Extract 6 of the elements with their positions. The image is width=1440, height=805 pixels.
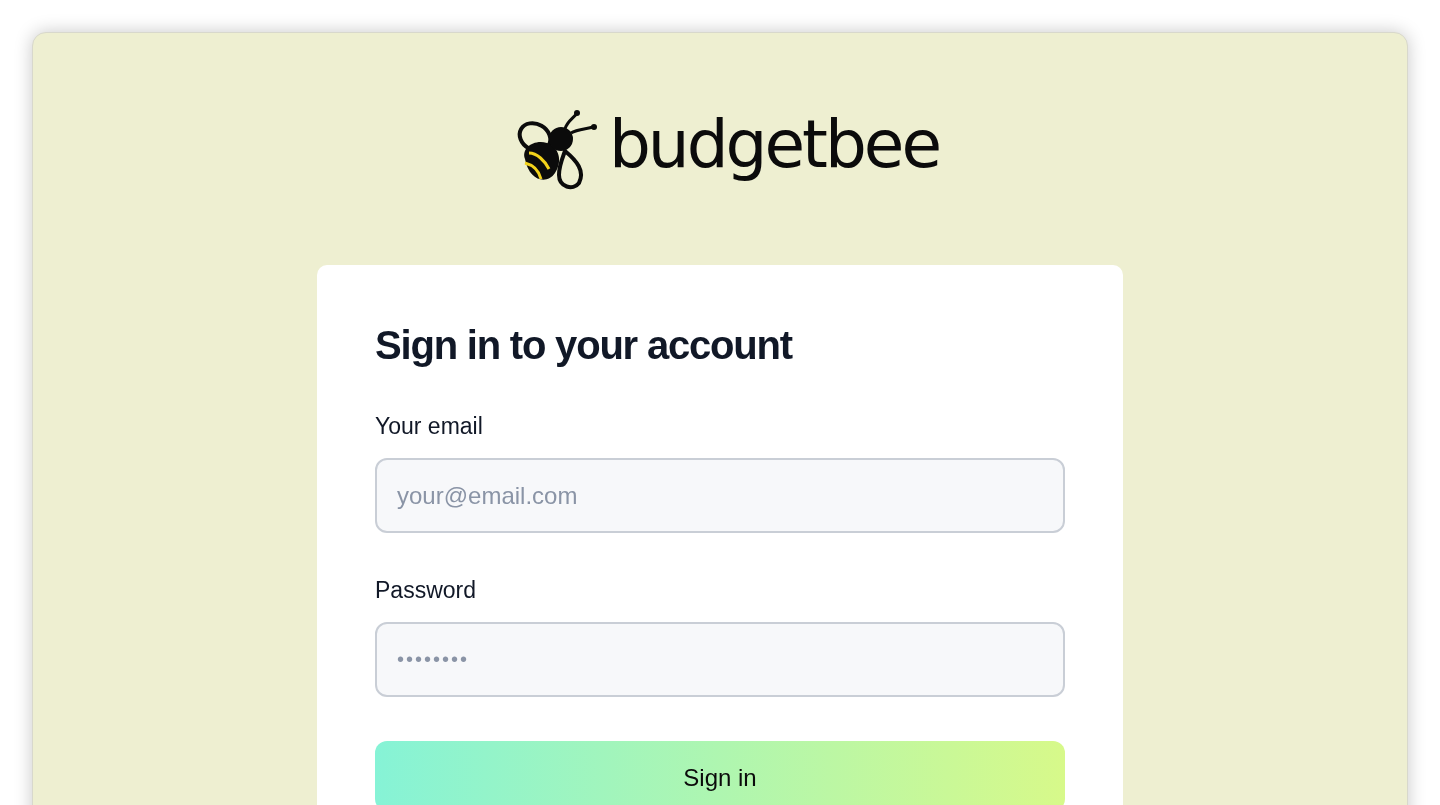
sign-in-button[interactable]: Sign in <box>375 741 1065 805</box>
field-label: Your email <box>375 413 483 440</box>
form-title: Sign in to your account <box>375 323 794 367</box>
password-field[interactable]: •••••••• <box>375 622 1065 697</box>
field-label: Password <box>375 577 476 604</box>
email-field[interactable]: your@email.com <box>375 458 1065 533</box>
